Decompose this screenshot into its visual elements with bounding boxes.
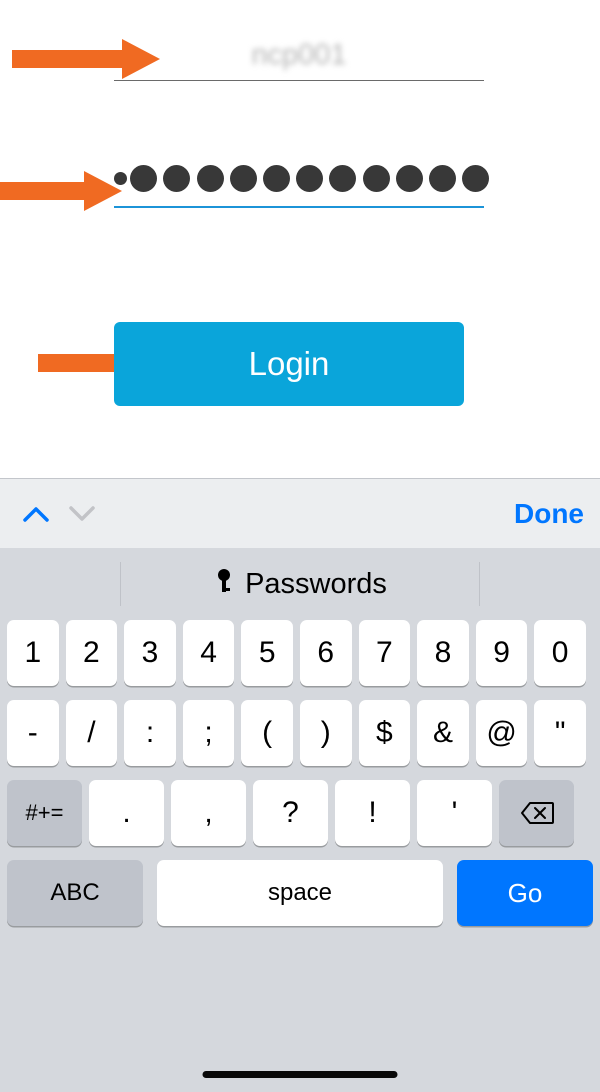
key-([interactable]: ( [241,700,293,766]
key-#+=[interactable]: #+= [7,780,82,846]
key-4[interactable]: 4 [183,620,235,686]
keyboard-row-3: #+=.,?!' [0,780,600,846]
backspace-icon [520,801,554,825]
prev-field-button[interactable] [16,494,56,534]
key-.[interactable]: . [89,780,164,846]
key-0[interactable]: 0 [534,620,586,686]
done-button[interactable]: Done [514,498,584,530]
key-:[interactable]: : [124,700,176,766]
key-6[interactable]: 6 [300,620,352,686]
key-space[interactable]: space [157,860,443,926]
passwords-suggestion-button[interactable]: Passwords [0,548,600,620]
username-field[interactable]: ncp001 [114,39,484,81]
key-'[interactable]: ' [417,780,492,846]
login-button[interactable]: Login [114,322,464,406]
backspace-key[interactable] [499,780,574,846]
key-@[interactable]: @ [476,700,528,766]
key-2[interactable]: 2 [66,620,118,686]
key-![interactable]: ! [335,780,410,846]
password-dots [114,165,492,206]
next-field-button[interactable] [62,494,102,534]
password-field[interactable] [114,165,484,208]
key-&[interactable]: & [417,700,469,766]
divider [479,562,480,606]
key-go[interactable]: Go [457,860,593,926]
key-9[interactable]: 9 [476,620,528,686]
keyboard-row-1: 1234567890 [0,620,600,686]
login-form-area: ncp001 Login [0,0,600,478]
passwords-label: Passwords [245,568,387,601]
home-indicator[interactable] [203,1071,398,1078]
key--[interactable]: - [7,700,59,766]
divider [120,562,121,606]
key-1[interactable]: 1 [7,620,59,686]
username-value: ncp001 [114,39,484,80]
key-8[interactable]: 8 [417,620,469,686]
key-3[interactable]: 3 [124,620,176,686]
key-7[interactable]: 7 [359,620,411,686]
key-"[interactable]: " [534,700,586,766]
key-/[interactable]: / [66,700,118,766]
key-?[interactable]: ? [253,780,328,846]
key-icon [213,568,235,601]
keyboard-row-4: ABCspaceGo [0,860,600,926]
key-;[interactable]: ; [183,700,235,766]
keyboard-accessory-bar: Done [0,478,600,548]
key-abc[interactable]: ABC [7,860,143,926]
key-)[interactable]: ) [300,700,352,766]
key-5[interactable]: 5 [241,620,293,686]
keyboard: Passwords 1234567890 -/:;()$&@" #+=.,?!'… [0,548,600,1092]
keyboard-row-2: -/:;()$&@" [0,700,600,766]
key-$[interactable]: $ [359,700,411,766]
password-underline [114,206,484,208]
key-,[interactable]: , [171,780,246,846]
username-underline [114,80,484,81]
arrow-annotation-icon [0,167,122,215]
